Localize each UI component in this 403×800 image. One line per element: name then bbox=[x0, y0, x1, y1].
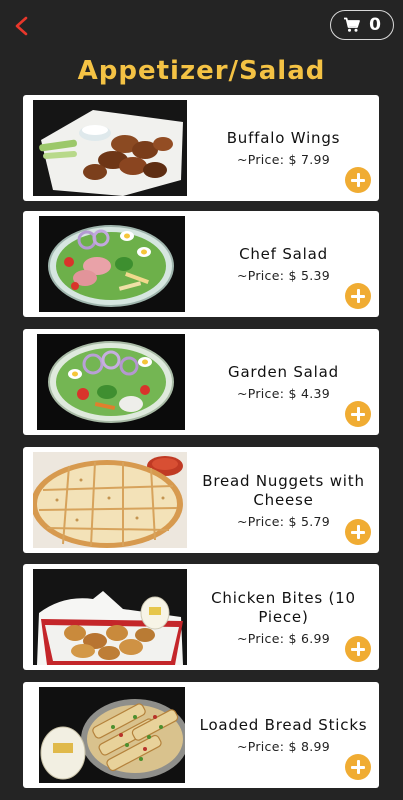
buffalo-wings-photo bbox=[33, 100, 187, 196]
menu-item-name: Loaded Bread Sticks bbox=[199, 716, 368, 734]
menu-item-price: ~Price: $ 8.99 bbox=[236, 739, 331, 754]
menu-item-name: Chef Salad bbox=[239, 245, 328, 263]
add-to-cart-button[interactable] bbox=[345, 401, 371, 427]
menu-item-card[interactable]: Garden Salad ~Price: $ 4.39 bbox=[23, 329, 379, 435]
chevron-left-icon bbox=[15, 16, 28, 36]
bread-sticks-photo bbox=[39, 687, 185, 783]
add-to-cart-button[interactable] bbox=[345, 519, 371, 545]
menu-item-name: Chicken Bites (10 Piece) bbox=[211, 588, 356, 626]
menu-item-price: ~Price: $ 4.39 bbox=[236, 386, 331, 401]
menu-item-price: ~Price: $ 5.79 bbox=[236, 513, 331, 529]
menu-item-name: Bread Nuggets with Cheese bbox=[202, 471, 365, 509]
back-button[interactable] bbox=[8, 12, 36, 40]
menu-item-info: Chicken Bites (10 Piece) ~Price: $ 6.99 bbox=[198, 564, 369, 670]
cart-count: 0 bbox=[369, 15, 381, 35]
menu-item-card[interactable]: Buffalo Wings ~Price: $ 7.99 bbox=[23, 95, 379, 201]
chicken-bites-photo bbox=[33, 569, 187, 665]
menu-item-info: Loaded Bread Sticks ~Price: $ 8.99 bbox=[198, 682, 369, 788]
cart-button[interactable]: 0 bbox=[330, 10, 394, 40]
menu-item-card[interactable]: Loaded Bread Sticks ~Price: $ 8.99 bbox=[23, 682, 379, 788]
menu-item-card[interactable]: Chicken Bites (10 Piece) ~Price: $ 6.99 bbox=[23, 564, 379, 670]
cart-icon bbox=[344, 17, 360, 32]
menu-item-name: Buffalo Wings bbox=[226, 129, 341, 147]
bread-nuggets-photo bbox=[33, 452, 187, 548]
menu-item-info: Chef Salad ~Price: $ 5.39 bbox=[198, 211, 369, 317]
chef-salad-photo bbox=[39, 216, 185, 312]
menu-item-card[interactable]: Chef Salad ~Price: $ 5.39 bbox=[23, 211, 379, 317]
garden-salad-photo bbox=[37, 334, 185, 430]
menu-item-info: Bread Nuggets with Cheese ~Price: $ 5.79 bbox=[198, 447, 369, 553]
add-to-cart-button[interactable] bbox=[345, 754, 371, 780]
add-to-cart-button[interactable] bbox=[345, 167, 371, 193]
page-title: Appetizer/Salad bbox=[77, 56, 326, 86]
menu-item-card[interactable]: Bread Nuggets with Cheese ~Price: $ 5.79 bbox=[23, 447, 379, 553]
menu-item-info: Buffalo Wings ~Price: $ 7.99 bbox=[198, 95, 369, 201]
menu-item-price: ~Price: $ 5.39 bbox=[236, 268, 331, 283]
menu-item-price: ~Price: $ 6.99 bbox=[236, 630, 331, 646]
menu-item-name: Garden Salad bbox=[228, 363, 339, 381]
menu-item-info: Garden Salad ~Price: $ 4.39 bbox=[198, 329, 369, 435]
menu-item-price: ~Price: $ 7.99 bbox=[236, 152, 331, 167]
add-to-cart-button[interactable] bbox=[345, 283, 371, 309]
add-to-cart-button[interactable] bbox=[345, 636, 371, 662]
